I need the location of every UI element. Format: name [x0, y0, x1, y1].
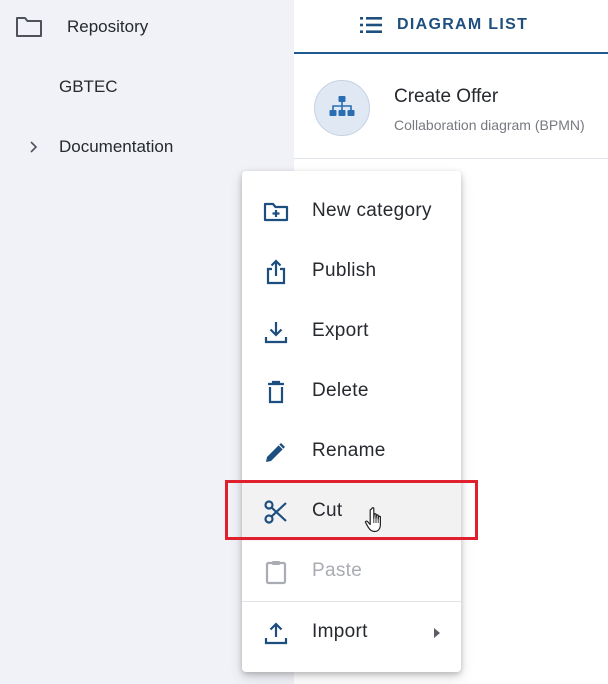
- menu-item-label: Rename: [312, 440, 386, 461]
- highlight-box: [225, 480, 478, 540]
- menu-item-label: New category: [312, 200, 432, 221]
- menu-item-new-category[interactable]: New category: [242, 181, 461, 241]
- tree-item-label: Documentation: [59, 137, 174, 156]
- context-menu: New category Publish Export Delete Renam…: [242, 171, 461, 672]
- new-folder-icon: [263, 202, 289, 222]
- share-icon: [266, 259, 286, 285]
- hand-cursor-icon: [364, 507, 381, 533]
- menu-item-label: Paste: [312, 560, 363, 581]
- folder-icon: [16, 17, 42, 37]
- menu-item-publish[interactable]: Publish: [242, 241, 461, 301]
- tree-item-label: GBTEC: [59, 77, 118, 96]
- pencil-icon: [266, 443, 285, 462]
- app-window: Repository GBTEC Documentation DIAGRAM L…: [0, 0, 608, 684]
- trash-icon: [268, 380, 284, 404]
- menu-item-label: Import: [312, 621, 368, 642]
- diagram-avatar: [314, 80, 370, 136]
- upload-icon: [264, 622, 288, 645]
- chevron-right-icon[interactable]: [27, 139, 41, 155]
- list-icon: [360, 17, 382, 33]
- menu-item-delete[interactable]: Delete: [242, 361, 461, 421]
- diagram-type: Collaboration diagram (BPMN): [394, 117, 585, 133]
- tree-item-label: Repository: [67, 17, 149, 36]
- tab-label: DIAGRAM LIST: [397, 16, 529, 33]
- caret-right-icon: [434, 628, 440, 638]
- clipboard-icon: [265, 561, 287, 585]
- menu-item-paste[interactable]: Paste: [242, 541, 461, 601]
- menu-item-label: Export: [312, 320, 369, 341]
- menu-item-label: Publish: [312, 260, 377, 281]
- menu-item-import[interactable]: Import: [242, 602, 461, 662]
- menu-item-label: Delete: [312, 380, 369, 401]
- menu-item-rename[interactable]: Rename: [242, 421, 461, 481]
- tab-diagram-list[interactable]: DIAGRAM LIST: [294, 0, 608, 54]
- org-chart-icon: [329, 96, 355, 116]
- download-icon: [264, 322, 288, 344]
- menu-item-export[interactable]: Export: [242, 301, 461, 361]
- diagram-list-item[interactable]: Create Offer Collaboration diagram (BPMN…: [294, 56, 608, 159]
- diagram-title: Create Offer: [394, 86, 499, 107]
